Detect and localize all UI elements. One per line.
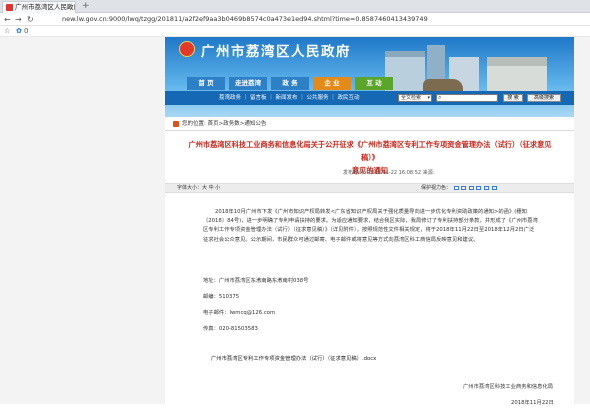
search-input[interactable]: ⌕ bbox=[436, 94, 498, 102]
sub-nav-bar: 荔湾政务 ｜ 留言板 ｜ 新闻发布 ｜ 公共服务 ｜ 政民互动 全文检索 ⌕ 搜… bbox=[165, 91, 574, 105]
browser-tab-bar: 广州市荔湾区人民政府 × + bbox=[0, 0, 590, 13]
divider bbox=[165, 130, 574, 131]
favorites-star-icon[interactable]: ☆ bbox=[4, 26, 10, 37]
tab-close-icon[interactable]: × bbox=[66, 2, 72, 13]
color-swatch[interactable] bbox=[476, 185, 482, 190]
search-button[interactable]: 搜 索 bbox=[503, 94, 523, 102]
color-swatch[interactable] bbox=[491, 185, 497, 190]
contact-fax: 传真：020-81503583 bbox=[203, 326, 258, 332]
browser-nav-bar: ← → ↻ new.lw.gov.cn:9000/lwq/tzgg/201811… bbox=[0, 13, 590, 26]
attachment-link[interactable]: 广州市荔湾区专利工作专项资金管理办法（试行）（征求意见稿）.docx bbox=[211, 355, 376, 364]
publish-time: 发布时间：2018-11-22 16:08:52 来源： bbox=[343, 170, 438, 176]
favorites-item-icon[interactable]: ✿ bbox=[16, 26, 22, 37]
article-paragraph: 2018年10月广州市下发《广州市知识产权局转发<广东省知识产权局关于强化质量导… bbox=[203, 209, 538, 243]
site-title: 广州市荔湾区人民政府 bbox=[201, 44, 351, 60]
favorites-item[interactable]: 0 bbox=[24, 26, 28, 37]
breadcrumb-text[interactable]: 您的位置: 首页>政务数>通知公告 bbox=[182, 121, 266, 127]
favorites-bar: ☆ ✿ 0 bbox=[0, 26, 590, 37]
contact-postcode: 邮编：510375 bbox=[203, 294, 240, 300]
color-swatch[interactable] bbox=[468, 185, 474, 190]
search-icon: ⌕ bbox=[438, 94, 442, 101]
sub-nav-links[interactable]: 荔湾政务 ｜ 留言板 ｜ 新闻发布 ｜ 公共服务 ｜ 政民互动 bbox=[219, 91, 360, 105]
color-swatch[interactable] bbox=[461, 185, 467, 190]
contact-email: 电子邮件：lwmcq@126.com bbox=[203, 310, 276, 316]
site-banner: 广州市荔湾区人民政府 首 页 走进荔湾 政 务 企 业 互 动 荔湾政务 ｜ 留… bbox=[165, 37, 574, 117]
site-favicon-icon bbox=[6, 4, 13, 11]
article-toolbar: 字体大小：大 中 小 保护视力色： bbox=[165, 183, 574, 193]
font-size-control[interactable]: 字体大小：大 中 小 bbox=[177, 184, 220, 193]
color-swatch[interactable] bbox=[483, 185, 489, 190]
browser-tab[interactable]: 广州市荔湾区人民政府 × bbox=[2, 1, 76, 13]
search-scope-select[interactable]: 全文检索 bbox=[398, 94, 432, 102]
nav-home[interactable]: 首 页 bbox=[187, 77, 225, 90]
reload-icon[interactable]: ↻ bbox=[27, 13, 34, 26]
address-bar[interactable]: new.lw.gov.cn:9000/lwq/tzgg/201811/a2f2e… bbox=[62, 13, 428, 26]
web-page: 广州市荔湾区人民政府 首 页 走进荔湾 政 务 企 业 互 动 荔湾政务 ｜ 留… bbox=[165, 37, 574, 406]
back-icon[interactable]: ← bbox=[4, 13, 11, 26]
color-swatch[interactable] bbox=[453, 185, 459, 190]
breadcrumb-icon bbox=[173, 120, 179, 127]
new-tab-button[interactable]: + bbox=[82, 0, 90, 12]
eye-protect-control: 保护视力色： bbox=[421, 184, 497, 193]
nav-government[interactable]: 政 务 bbox=[271, 77, 309, 90]
article-title-line: 广州市荔湾区科技工业商务和信息化局关于公开征求《广州市荔湾区专利工作专项资金管理… bbox=[188, 140, 552, 162]
nav-business[interactable]: 企 业 bbox=[313, 77, 351, 90]
advanced-search-button[interactable]: 高级搜索 bbox=[527, 94, 561, 102]
contact-address: 地址：广州市荔湾区东漖南路东漖南村038号 bbox=[203, 278, 309, 284]
nav-interaction[interactable]: 互 动 bbox=[355, 77, 393, 90]
eye-protect-label: 保护视力色： bbox=[421, 185, 452, 191]
government-emblem-icon bbox=[179, 41, 195, 57]
nav-about[interactable]: 走进荔湾 bbox=[229, 77, 267, 90]
signature-org: 广州市荔湾区科技工业商务和信息化局 bbox=[463, 384, 554, 390]
forward-icon[interactable]: → bbox=[15, 13, 22, 26]
breadcrumb: 您的位置: 首页>政务数>通知公告 bbox=[173, 119, 266, 127]
